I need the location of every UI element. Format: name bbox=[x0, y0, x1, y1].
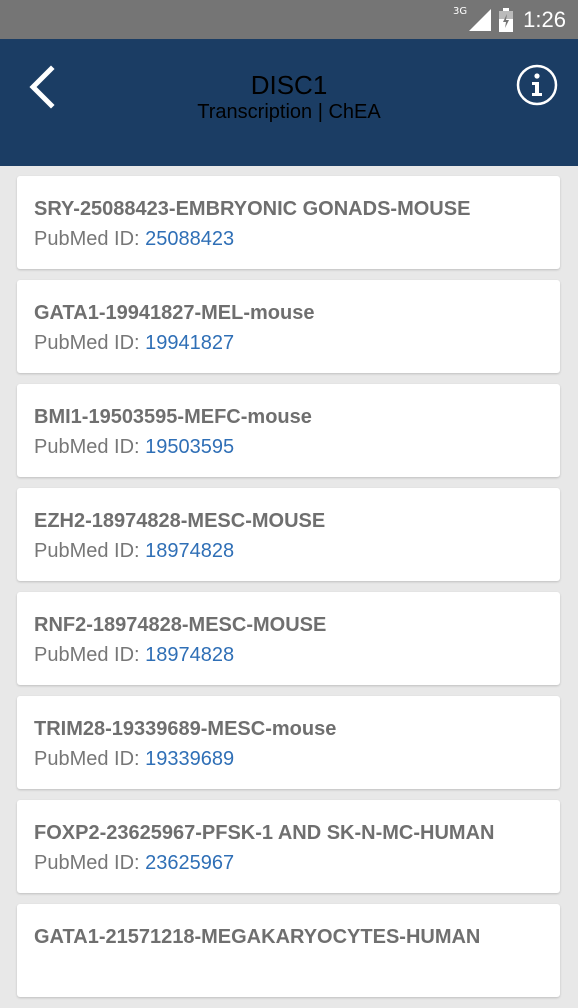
pubmed-label: PubMed ID: bbox=[34, 436, 146, 458]
list-item[interactable]: BMI1-19503595-MEFC-mouse PubMed ID: 1950… bbox=[17, 384, 560, 477]
pubmed-link[interactable]: 19503595 bbox=[145, 436, 234, 458]
pubmed-label: PubMed ID: bbox=[34, 332, 146, 354]
item-pubmed: PubMed ID: 19339689 bbox=[34, 746, 560, 772]
item-pubmed: PubMed ID: 23625967 bbox=[34, 850, 560, 876]
list-item[interactable]: RNF2-18974828-MESC-MOUSE PubMed ID: 1897… bbox=[17, 592, 560, 685]
item-pubmed: PubMed ID: 25088423 bbox=[34, 226, 560, 252]
pubmed-label: PubMed ID: bbox=[34, 748, 146, 770]
info-icon bbox=[516, 64, 558, 106]
item-title: EZH2-18974828-MESC-MOUSE bbox=[34, 510, 326, 532]
item-title: BMI1-19503595-MEFC-mouse bbox=[34, 406, 312, 428]
list-item[interactable]: FOXP2-23625967-PFSK-1 AND SK-N-MC-HUMAN … bbox=[17, 800, 560, 893]
list-item[interactable]: EZH2-18974828-MESC-MOUSE PubMed ID: 1897… bbox=[17, 488, 560, 581]
status-icons: 3G 1:26 bbox=[453, 0, 566, 39]
item-title: SRY-25088423-EMBRYONIC GONADS-MOUSE bbox=[34, 198, 471, 220]
pubmed-link[interactable]: 23625967 bbox=[145, 852, 234, 874]
signal-icon bbox=[469, 8, 492, 31]
pubmed-link[interactable]: 19941827 bbox=[145, 332, 234, 354]
pubmed-label: PubMed ID: bbox=[34, 644, 146, 666]
battery-icon bbox=[499, 7, 514, 32]
item-title: GATA1-19941827-MEL-mouse bbox=[34, 302, 315, 324]
item-pubmed: PubMed ID: 19941827 bbox=[34, 330, 560, 356]
page-title: DISC1 bbox=[250, 70, 328, 100]
page-subtitle: Transcription | ChEA bbox=[197, 101, 381, 123]
pubmed-link[interactable]: 18974828 bbox=[145, 644, 234, 666]
pubmed-label: PubMed ID: bbox=[34, 228, 146, 250]
pubmed-link[interactable]: 19339689 bbox=[145, 748, 234, 770]
item-pubmed: PubMed ID: 18974828 bbox=[34, 642, 560, 668]
item-pubmed: PubMed ID: 19503595 bbox=[34, 434, 560, 460]
item-title: FOXP2-23625967-PFSK-1 AND SK-N-MC-HUMAN bbox=[34, 822, 495, 844]
back-button[interactable] bbox=[22, 62, 62, 112]
network-type: 3G bbox=[453, 6, 468, 17]
clock: 1:26 bbox=[523, 6, 566, 32]
pubmed-label: PubMed ID: bbox=[34, 540, 146, 562]
pubmed-link[interactable]: 25088423 bbox=[145, 228, 234, 250]
list-item[interactable]: GATA1-21571218-MEGAKARYOCYTES-HUMAN bbox=[17, 904, 560, 997]
item-title: TRIM28-19339689-MESC-mouse bbox=[34, 718, 337, 740]
back-arrow-icon bbox=[29, 65, 55, 109]
item-pubmed: PubMed ID: 18974828 bbox=[34, 538, 560, 564]
gene-set-list: SRY-25088423-EMBRYONIC GONADS-MOUSE PubM… bbox=[17, 176, 560, 1008]
list-item[interactable]: SRY-25088423-EMBRYONIC GONADS-MOUSE PubM… bbox=[17, 176, 560, 269]
pubmed-link[interactable]: 18974828 bbox=[145, 540, 234, 562]
item-title: GATA1-21571218-MEGAKARYOCYTES-HUMAN bbox=[34, 926, 481, 948]
header-title-block: DISC1 Transcription | ChEA bbox=[120, 70, 458, 124]
item-title: RNF2-18974828-MESC-MOUSE bbox=[34, 614, 327, 636]
pubmed-label: PubMed ID: bbox=[34, 852, 146, 874]
status-bar: 3G 1:26 bbox=[0, 0, 578, 39]
list-item[interactable]: TRIM28-19339689-MESC-mouse PubMed ID: 19… bbox=[17, 696, 560, 789]
info-button[interactable] bbox=[516, 64, 558, 106]
list-item[interactable]: GATA1-19941827-MEL-mouse PubMed ID: 1994… bbox=[17, 280, 560, 373]
